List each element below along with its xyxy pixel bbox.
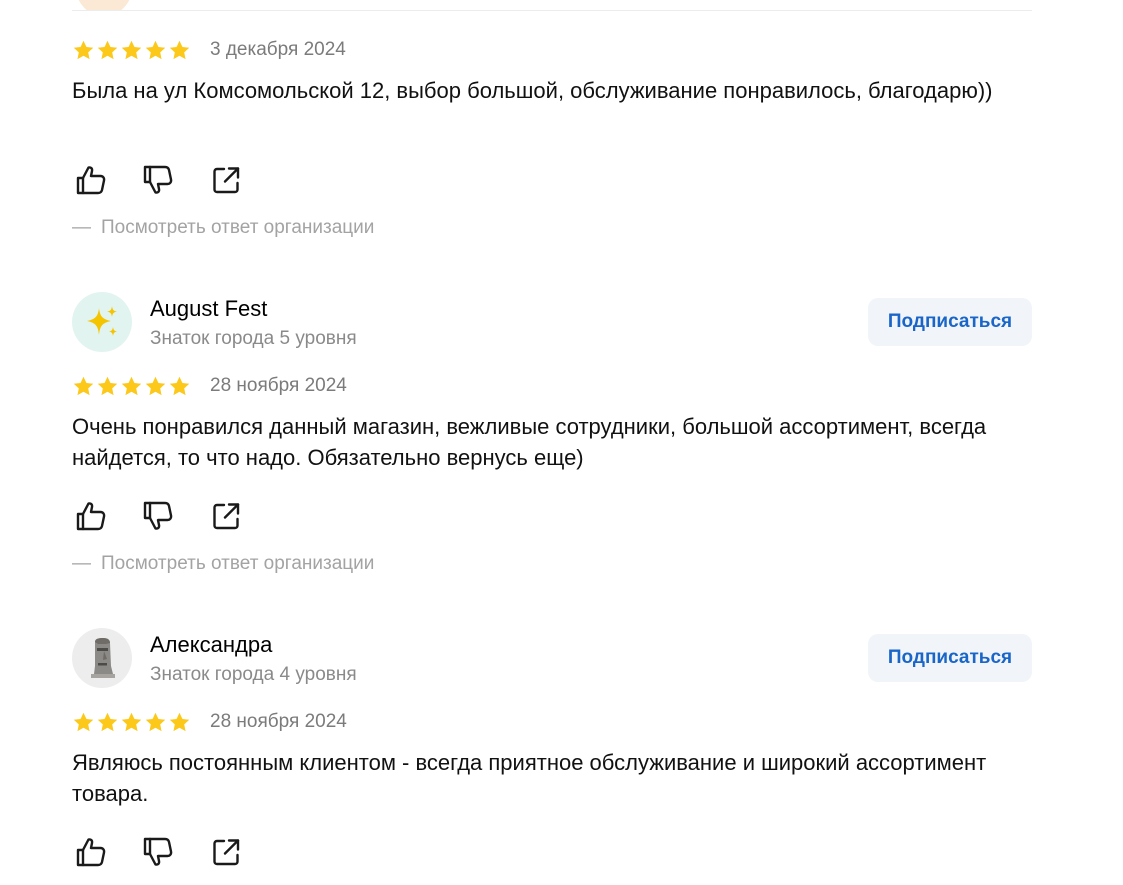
review-meta: 28 ноября 2024 bbox=[72, 375, 772, 401]
star-icon bbox=[144, 375, 167, 398]
star-icon bbox=[72, 39, 95, 62]
avatar[interactable] bbox=[72, 292, 132, 352]
dislike-icon[interactable] bbox=[140, 498, 176, 534]
star-icon bbox=[144, 711, 167, 734]
rating-stars bbox=[72, 39, 191, 62]
review-text: Очень понравился данный магазин, вежливы… bbox=[72, 414, 987, 470]
star-icon bbox=[96, 39, 119, 62]
divider bbox=[72, 10, 1032, 11]
sparkles-icon bbox=[87, 306, 117, 336]
review-actions bbox=[72, 162, 272, 198]
avatar[interactable] bbox=[72, 628, 132, 688]
star-icon bbox=[144, 39, 167, 62]
review-meta: 28 ноября 2024 bbox=[72, 711, 772, 737]
subscribe-button[interactable]: Подписаться bbox=[868, 298, 1032, 346]
star-icon bbox=[120, 39, 143, 62]
org-reply-label: Посмотреть ответ организации bbox=[101, 553, 375, 574]
share-icon[interactable] bbox=[208, 834, 244, 870]
previous-review-header-clipped bbox=[72, 0, 1032, 10]
star-icon bbox=[168, 39, 191, 62]
like-icon[interactable] bbox=[73, 498, 109, 534]
moai-statue-icon bbox=[91, 638, 115, 678]
view-organization-reply-link[interactable]: — Посмотреть ответ организации bbox=[72, 553, 374, 575]
like-icon[interactable] bbox=[73, 834, 109, 870]
review-header: August Fest Знаток города 5 уровня Подпи… bbox=[72, 292, 1032, 356]
org-reply-label: Посмотреть ответ организации bbox=[101, 217, 375, 238]
review-header: Александра Знаток города 4 уровня Подпис… bbox=[72, 628, 1032, 692]
review-date: 28 ноября 2024 bbox=[210, 711, 347, 732]
star-icon bbox=[72, 711, 95, 734]
view-organization-reply-link[interactable]: — Посмотреть ответ организации bbox=[72, 217, 374, 239]
star-icon bbox=[120, 711, 143, 734]
avatar bbox=[76, 0, 132, 10]
subscribe-button[interactable]: Подписаться bbox=[868, 634, 1032, 682]
dash: — bbox=[72, 553, 91, 574]
share-icon[interactable] bbox=[208, 162, 244, 198]
review-actions bbox=[72, 498, 272, 534]
dislike-icon[interactable] bbox=[140, 834, 176, 870]
author-name[interactable]: August Fest bbox=[150, 296, 267, 322]
star-icon bbox=[96, 375, 119, 398]
star-icon bbox=[72, 375, 95, 398]
rating-stars bbox=[72, 375, 191, 398]
review-date: 28 ноября 2024 bbox=[210, 375, 347, 396]
review-actions bbox=[72, 834, 272, 870]
star-icon bbox=[96, 711, 119, 734]
dash: — bbox=[72, 217, 91, 238]
review-text: Являюсь постоянным клиентом - всегда при… bbox=[72, 750, 987, 806]
review-meta: 3 декабря 2024 bbox=[72, 39, 772, 65]
author-level: Знаток города 5 уровня bbox=[150, 328, 357, 349]
author-level: Знаток города 4 уровня bbox=[150, 664, 357, 685]
share-icon[interactable] bbox=[208, 498, 244, 534]
like-icon[interactable] bbox=[73, 162, 109, 198]
dislike-icon[interactable] bbox=[140, 162, 176, 198]
review-text: Была на ул Комсомольской 12, выбор больш… bbox=[72, 78, 993, 103]
star-icon bbox=[168, 375, 191, 398]
star-icon bbox=[168, 711, 191, 734]
review-date: 3 декабря 2024 bbox=[210, 39, 346, 60]
author-name[interactable]: Александра bbox=[150, 632, 272, 658]
rating-stars bbox=[72, 711, 191, 734]
star-icon bbox=[120, 375, 143, 398]
